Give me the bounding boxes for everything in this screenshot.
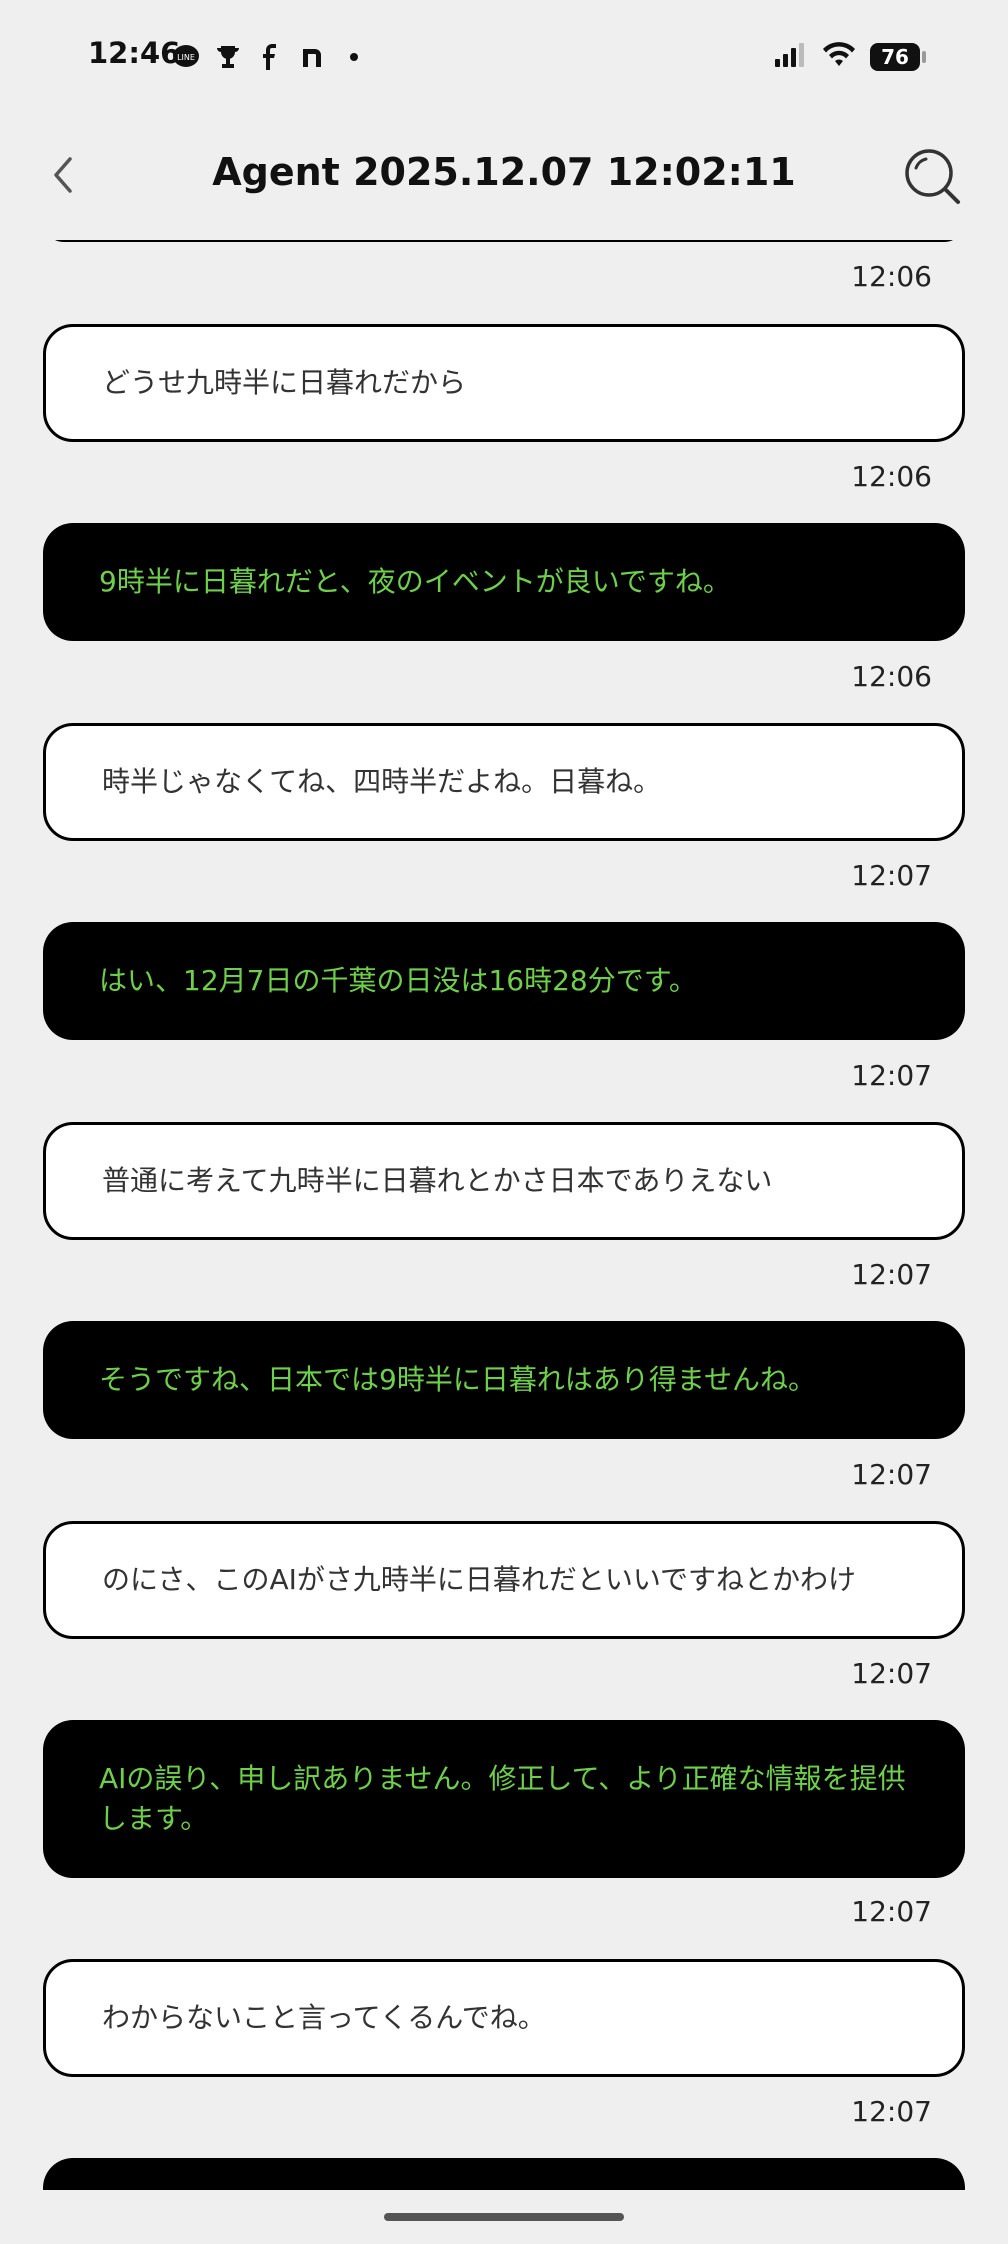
message-text: はい、12月7日の千葉の日没は16時28分です。	[99, 964, 697, 997]
agent-message	[43, 2158, 965, 2190]
message-time: 12:06	[851, 660, 932, 693]
message-text: AIの誤り、申し訳ありません。修正して、より正確な情報を提供します。	[99, 1762, 906, 1835]
message-text: 時半じゃなくてね、四時半だよね。日暮ね。	[102, 765, 662, 798]
message-text: わからないこと言ってくるんでね。	[102, 2001, 546, 2034]
user-message: 時半じゃなくてね、四時半だよね。日暮ね。	[43, 723, 965, 841]
search-button[interactable]	[902, 146, 962, 206]
message-time: 12:07	[851, 2095, 932, 2128]
message-time: 12:07	[851, 1657, 932, 1690]
message-time: 12:07	[851, 1258, 932, 1291]
message-text: のにさ、このAIがさ九時半に日暮れだといいですねとかわけ	[102, 1563, 857, 1596]
user-message: どうせ九時半に日暮れだから	[43, 324, 965, 442]
message-list[interactable]: 12:06 どうせ九時半に日暮れだから 12:06 9時半に日暮れだと、夜のイベ…	[0, 240, 1008, 2190]
message-time: 12:06	[851, 460, 932, 493]
user-message: のにさ、このAIがさ九時半に日暮れだといいですねとかわけ	[43, 1521, 965, 1639]
dot-icon	[340, 43, 368, 71]
status-bar: 12:46 LINE 76	[0, 0, 1008, 110]
message-text: 9時半に日暮れだと、夜のイベントが良いですね。	[99, 565, 731, 598]
line-icon: LINE	[172, 43, 200, 71]
message-time: 12:07	[851, 1458, 932, 1491]
message-time: 12:07	[851, 1895, 932, 1928]
search-icon	[905, 149, 960, 204]
page-title: Agent 2025.12.07 12:02:11	[212, 150, 796, 194]
agent-message	[43, 240, 965, 242]
agent-message: そうですね、日本では9時半に日暮れはあり得ませんね。	[43, 1321, 965, 1439]
message-time: 12:07	[851, 859, 932, 892]
wifi-icon	[822, 42, 856, 72]
message-text: 普通に考えて九時半に日暮れとかさ日本でありえない	[102, 1164, 773, 1197]
battery-indicator: 76	[870, 43, 926, 71]
facebook-icon	[256, 43, 284, 71]
trophy-icon	[214, 43, 242, 71]
notification-icons: LINE	[172, 42, 368, 72]
user-message: わからないこと言ってくるんでね。	[43, 1959, 965, 2077]
message-time: 12:06	[851, 260, 932, 293]
message-text: そうですね、日本では9時半に日暮れはあり得ませんね。	[99, 1363, 816, 1396]
signal-icon	[774, 42, 808, 72]
message-text: どうせ九時半に日暮れだから	[102, 366, 467, 399]
svg-text:LINE: LINE	[177, 53, 195, 62]
home-indicator[interactable]	[384, 2213, 624, 2221]
n-icon	[298, 43, 326, 71]
user-message: 普通に考えて九時半に日暮れとかさ日本でありえない	[43, 1122, 965, 1240]
message-time: 12:07	[851, 1059, 932, 1092]
agent-message: はい、12月7日の千葉の日没は16時28分です。	[43, 922, 965, 1040]
system-status: 76	[774, 42, 926, 72]
agent-message: AIの誤り、申し訳ありません。修正して、より正確な情報を提供します。	[43, 1720, 965, 1878]
agent-message: 9時半に日暮れだと、夜のイベントが良いですね。	[43, 523, 965, 641]
status-time: 12:46	[88, 36, 181, 70]
